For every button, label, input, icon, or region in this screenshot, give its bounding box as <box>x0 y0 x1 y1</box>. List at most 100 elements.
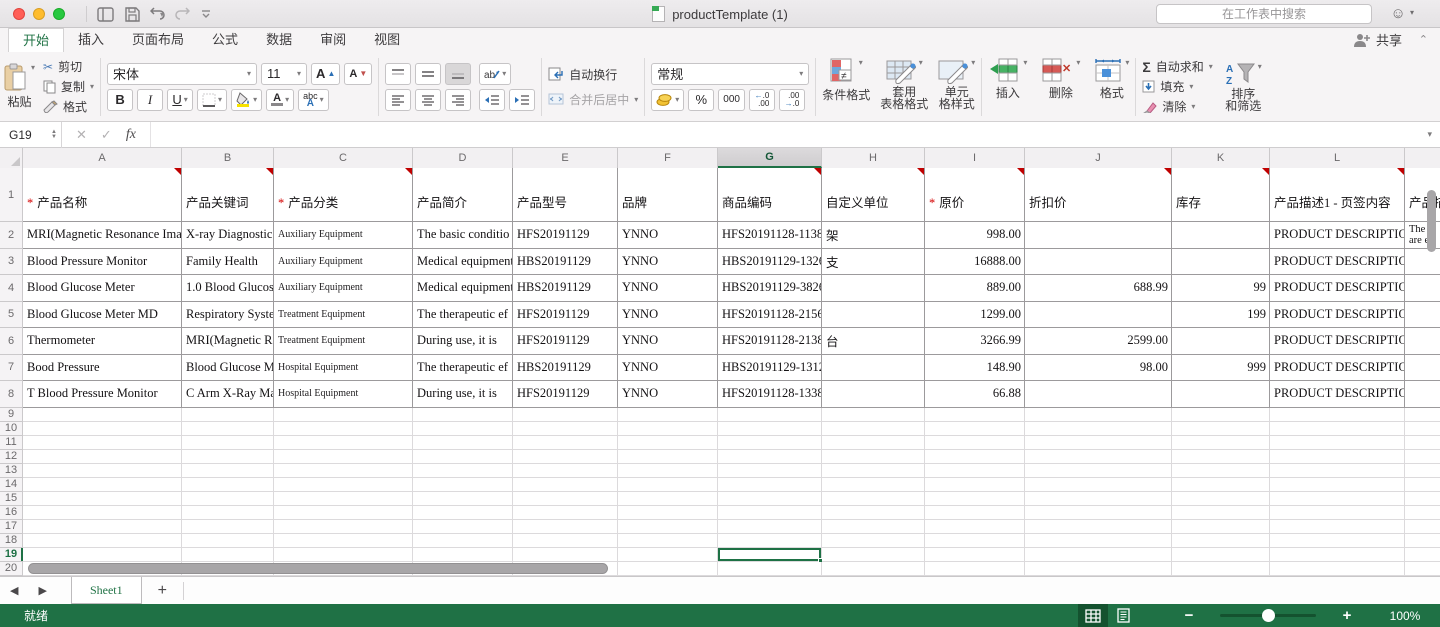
cell-H9[interactable] <box>822 408 925 422</box>
cell-J11[interactable] <box>1025 436 1172 450</box>
cell-G11[interactable] <box>718 436 822 450</box>
page-layout-view-button[interactable] <box>1108 604 1138 627</box>
insert-function-icon[interactable]: fx <box>126 127 136 143</box>
zoom-slider-thumb[interactable] <box>1262 609 1275 622</box>
cell-E15[interactable] <box>513 492 618 506</box>
cell-L19[interactable] <box>1270 548 1405 562</box>
cell-D19[interactable] <box>413 548 513 562</box>
add-sheet-button[interactable]: + <box>142 582 183 600</box>
cell-I14[interactable] <box>925 478 1025 492</box>
cell-G20[interactable] <box>718 562 822 576</box>
cell-J12[interactable] <box>1025 450 1172 464</box>
cell-G17[interactable] <box>718 520 822 534</box>
cell-D3[interactable]: Medical equipment <box>413 249 513 276</box>
cell-H19[interactable] <box>822 548 925 562</box>
cell-L9[interactable] <box>1270 408 1405 422</box>
cell-I2[interactable]: 998.00 <box>925 222 1025 249</box>
cell-A8[interactable]: T Blood Pressure Monitor <box>23 381 182 408</box>
cell-D12[interactable] <box>413 450 513 464</box>
next-sheet-icon[interactable]: ▶ <box>28 584 56 597</box>
cell-M5[interactable] <box>1405 302 1440 329</box>
cell-J19[interactable] <box>1025 548 1172 562</box>
row-number-12[interactable]: 12 <box>0 450 23 464</box>
cell-F2[interactable]: YNNO <box>618 222 718 249</box>
font-name-select[interactable]: 宋体▾ <box>107 63 257 85</box>
cell-E3[interactable]: HBS20191129 <box>513 249 618 276</box>
fill-color-button[interactable]: ▾ <box>231 89 262 111</box>
cell-B13[interactable] <box>182 464 274 478</box>
cell-G9[interactable] <box>718 408 822 422</box>
cell-D9[interactable] <box>413 408 513 422</box>
row-number-3[interactable]: 3 <box>0 249 23 276</box>
ribbon-tab-数据[interactable]: 数据 <box>252 28 306 52</box>
cell-G19-active[interactable] <box>718 548 822 562</box>
ribbon-tab-插入[interactable]: 插入 <box>64 28 118 52</box>
column-header-M[interactable]: M <box>1405 148 1440 168</box>
cell-F18[interactable] <box>618 534 718 548</box>
cell-F1[interactable]: 品牌 <box>618 168 718 222</box>
cell-M12[interactable] <box>1405 450 1440 464</box>
cell-C10[interactable] <box>274 422 413 436</box>
row-number-17[interactable]: 17 <box>0 520 23 534</box>
ribbon-tab-审阅[interactable]: 审阅 <box>306 28 360 52</box>
cell-B2[interactable]: X-ray Diagnostic <box>182 222 274 249</box>
vertical-scrollbar[interactable] <box>1427 190 1436 252</box>
row-number-18[interactable]: 18 <box>0 534 23 548</box>
cell-E16[interactable] <box>513 506 618 520</box>
cell-F8[interactable]: YNNO <box>618 381 718 408</box>
cell-J13[interactable] <box>1025 464 1172 478</box>
cell-K4[interactable]: 99 <box>1172 275 1270 302</box>
zoom-in-button[interactable]: + <box>1324 607 1370 624</box>
row-number-13[interactable]: 13 <box>0 464 23 478</box>
cell-F20[interactable] <box>618 562 718 576</box>
cell-F9[interactable] <box>618 408 718 422</box>
ribbon-tab-页面布局[interactable]: 页面布局 <box>118 28 198 52</box>
cell-K12[interactable] <box>1172 450 1270 464</box>
row-number-7[interactable]: 7 <box>0 355 23 382</box>
cell-D18[interactable] <box>413 534 513 548</box>
formula-bar-expand-icon[interactable]: ▾ <box>1419 129 1440 140</box>
cell-L7[interactable]: PRODUCT DESCRIPTION <box>1270 355 1405 382</box>
column-header-J[interactable]: J <box>1025 148 1172 168</box>
cell-B14[interactable] <box>182 478 274 492</box>
cell-K5[interactable]: 199 <box>1172 302 1270 329</box>
cell-M7[interactable] <box>1405 355 1440 382</box>
cell-C1[interactable]: *产品分类 <box>274 168 413 222</box>
cell-K10[interactable] <box>1172 422 1270 436</box>
cell-E5[interactable]: HFS20191129 <box>513 302 618 329</box>
cell-A12[interactable] <box>23 450 182 464</box>
cell-D17[interactable] <box>413 520 513 534</box>
cell-J14[interactable] <box>1025 478 1172 492</box>
cell-K3[interactable] <box>1172 249 1270 276</box>
cell-I17[interactable] <box>925 520 1025 534</box>
cell-J6[interactable]: 2599.00 <box>1025 328 1172 355</box>
cell-H10[interactable] <box>822 422 925 436</box>
cell-L5[interactable]: PRODUCT DESCRIPTION <box>1270 302 1405 329</box>
cell-I13[interactable] <box>925 464 1025 478</box>
column-header-K[interactable]: K <box>1172 148 1270 168</box>
cell-E1[interactable]: 产品型号 <box>513 168 618 222</box>
cell-A4[interactable]: Blood Glucose Meter <box>23 275 182 302</box>
cell-I20[interactable] <box>925 562 1025 576</box>
cell-B17[interactable] <box>182 520 274 534</box>
cell-L3[interactable]: PRODUCT DESCRIPTION <box>1270 249 1405 276</box>
cell-D10[interactable] <box>413 422 513 436</box>
cell-G16[interactable] <box>718 506 822 520</box>
cell-F11[interactable] <box>618 436 718 450</box>
cell-F14[interactable] <box>618 478 718 492</box>
cell-C2[interactable]: Auxiliary Equipment <box>274 222 413 249</box>
cell-C16[interactable] <box>274 506 413 520</box>
cell-K13[interactable] <box>1172 464 1270 478</box>
cell-G10[interactable] <box>718 422 822 436</box>
cell-B6[interactable]: MRI(Magnetic Reso <box>182 328 274 355</box>
cell-K16[interactable] <box>1172 506 1270 520</box>
cell-E9[interactable] <box>513 408 618 422</box>
cell-F10[interactable] <box>618 422 718 436</box>
cell-E7[interactable]: HBS20191129 <box>513 355 618 382</box>
cell-A11[interactable] <box>23 436 182 450</box>
align-right-button[interactable] <box>445 89 471 111</box>
normal-view-button[interactable] <box>1078 604 1108 627</box>
row-number-2[interactable]: 2 <box>0 222 23 249</box>
cell-C6[interactable]: Treatment Equipment <box>274 328 413 355</box>
cell-G12[interactable] <box>718 450 822 464</box>
